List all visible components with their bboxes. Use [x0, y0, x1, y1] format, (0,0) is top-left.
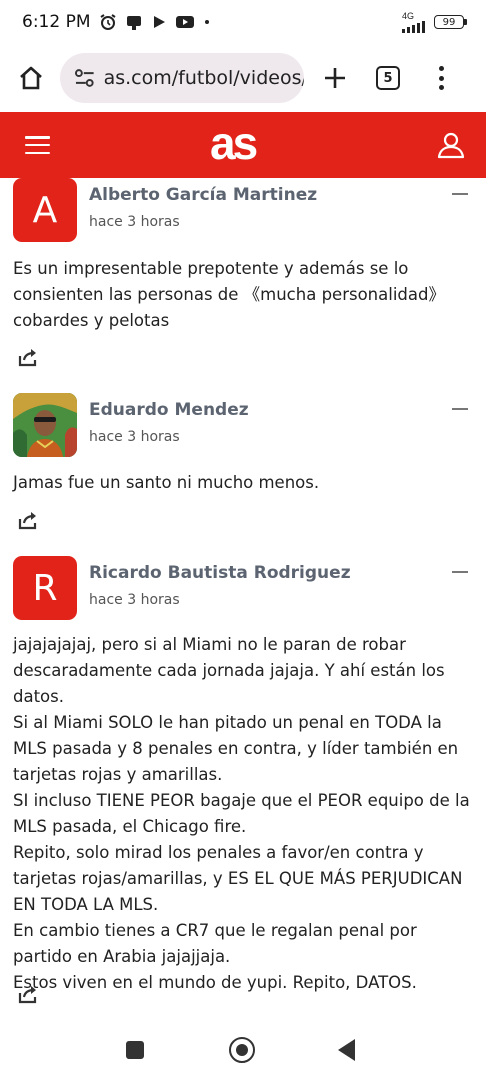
comment-text: Jamas fue un santo ni mucho menos.: [13, 473, 320, 492]
new-tab-button[interactable]: [318, 61, 352, 95]
comment-author[interactable]: Eduardo Mendez: [89, 400, 249, 420]
signal-icon: [402, 20, 425, 33]
notification-icons: [99, 13, 211, 31]
status-right: 4G 99: [402, 10, 467, 33]
home-nav-button[interactable]: [229, 1037, 255, 1063]
site-logo[interactable]: as: [210, 116, 258, 170]
collapse-button[interactable]: [452, 193, 468, 195]
recent-apps-button[interactable]: [126, 1041, 144, 1059]
home-icon: [20, 66, 42, 90]
signal-group: 4G: [402, 10, 426, 33]
comment-time: hace 3 horas: [89, 429, 180, 445]
user-account-button[interactable]: [436, 130, 466, 160]
browser-menu-button[interactable]: [436, 63, 446, 93]
alarm-icon: [99, 14, 116, 30]
menu-dot: [438, 85, 444, 90]
hamburger-menu-icon[interactable]: [25, 136, 50, 154]
comment-time: hace 3 horas: [89, 592, 180, 608]
play-store-icon: [153, 16, 165, 28]
status-time: 6:12 PM: [22, 12, 91, 32]
avatar[interactable]: R: [13, 556, 77, 620]
menu-dot: [438, 66, 444, 71]
profile-photo: [13, 393, 77, 457]
comment-text: Es un impresentable prepotente y además …: [13, 259, 445, 330]
status-bar: 6:12 PM 4G 99: [0, 0, 486, 44]
comments-list: A Alberto García Martinez hace 3 horas E…: [0, 178, 486, 1028]
comment-author[interactable]: Alberto García Martinez: [89, 185, 317, 205]
home-button[interactable]: [14, 61, 48, 95]
network-type: 4G: [402, 10, 415, 21]
menu-dot: [438, 75, 444, 81]
share-icon[interactable]: [18, 347, 38, 367]
avatar[interactable]: A: [13, 178, 77, 242]
system-nav-bar: [0, 1028, 486, 1080]
share-icon[interactable]: [18, 510, 38, 530]
comment-time: hace 3 horas: [89, 214, 180, 230]
browser-toolbar: as.com/futbol/videos/ 5: [0, 44, 486, 112]
comment-author[interactable]: Ricardo Bautista Rodriguez: [89, 563, 351, 583]
dot-icon: [204, 20, 209, 24]
avatar[interactable]: [13, 393, 77, 457]
url-text[interactable]: as.com/futbol/videos/: [104, 67, 304, 89]
site-header: as: [0, 112, 486, 178]
collapse-button[interactable]: [452, 571, 468, 573]
tab-switcher-button[interactable]: 5: [376, 66, 400, 90]
plus-icon: [325, 68, 345, 88]
chat-icon: [126, 16, 141, 30]
youtube-icon: [175, 16, 194, 28]
collapse-button[interactable]: [452, 408, 468, 410]
battery-indicator: 99: [434, 15, 467, 29]
site-settings-icon[interactable]: [74, 68, 96, 88]
address-bar[interactable]: as.com/futbol/videos/: [60, 53, 304, 103]
user-icon: [437, 132, 465, 159]
comment-text: jajajajajaj, pero si al Miami no le para…: [13, 635, 470, 992]
back-button[interactable]: [338, 1039, 355, 1061]
share-icon[interactable]: [18, 984, 38, 1004]
